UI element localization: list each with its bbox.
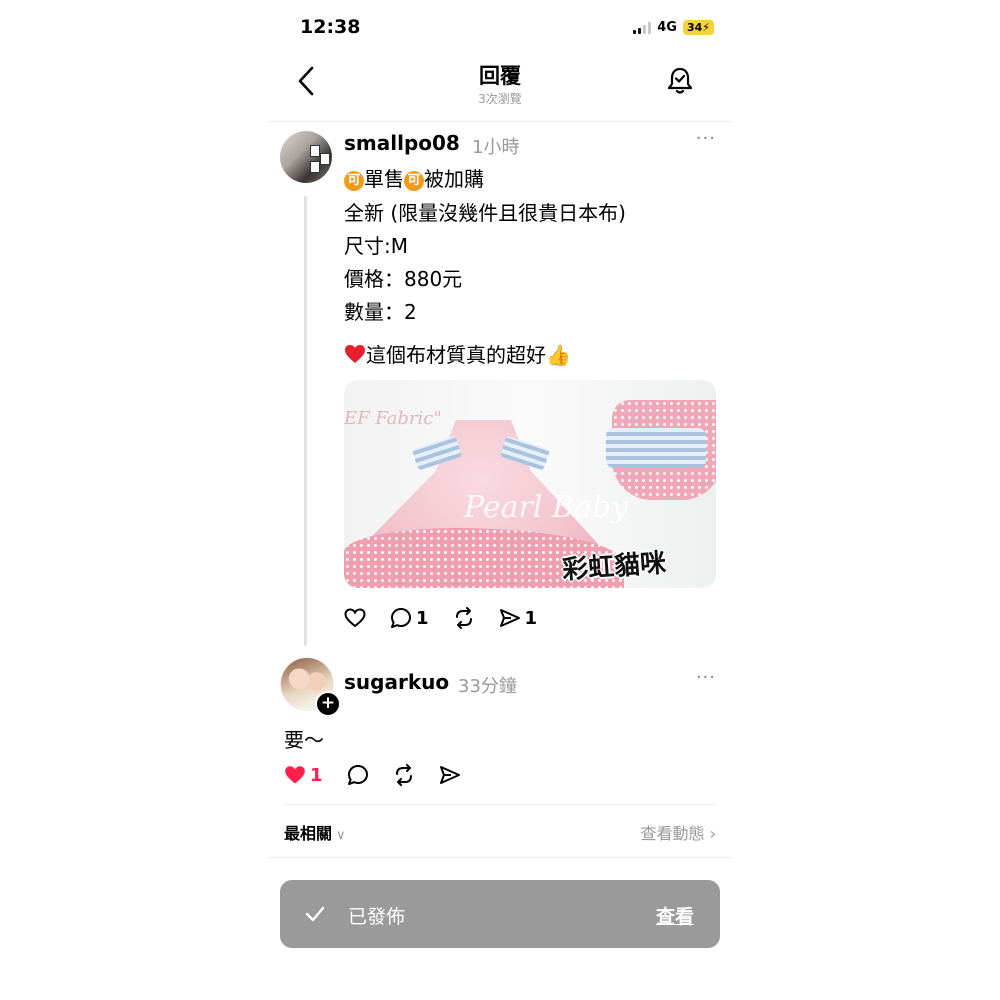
battery-level: 34 — [686, 21, 703, 34]
thread-line — [304, 196, 307, 646]
post-username[interactable]: smallpo08 — [344, 131, 460, 155]
share-count: 1 — [524, 607, 538, 629]
check-icon — [305, 906, 325, 922]
like-button[interactable]: 1 — [284, 765, 323, 786]
send-icon — [499, 609, 520, 627]
share-button[interactable]: 1 — [499, 607, 538, 629]
badge-icon: 可 — [404, 171, 424, 191]
notification-bell-icon[interactable] — [666, 66, 694, 96]
reply-time: 33分鐘 — [458, 676, 517, 697]
reply-actions: 1 — [284, 764, 485, 786]
sort-label: 最相關 — [284, 824, 333, 843]
chevron-right-icon: › — [709, 824, 716, 843]
view-count: 3次瀏覽 — [478, 92, 522, 106]
reply-more-icon[interactable]: ··· — [696, 667, 716, 688]
toast: 已發佈 查看 — [280, 880, 720, 948]
post-line-6: 這個布材質真的超好👍 — [344, 342, 571, 370]
reply-text: 要～ — [284, 728, 324, 752]
repost-icon — [395, 764, 412, 786]
divider — [284, 804, 716, 805]
view-activity-label: 查看動態 — [640, 824, 705, 843]
battery-icon: 34⚡ — [682, 20, 714, 35]
avatar[interactable] — [280, 131, 332, 183]
phone-screen: 12:38 4G 34⚡ 回覆 3次瀏覽 smallpo08 1小時 ··· 可… — [268, 0, 732, 1000]
follow-plus-icon[interactable]: + — [315, 691, 341, 717]
header-divider — [268, 121, 732, 122]
post-line-1: 可單售可被加購 — [344, 166, 484, 192]
network-label: 4G — [657, 20, 677, 35]
post-text: 被加購 — [424, 167, 484, 191]
signal-icon — [633, 21, 652, 34]
post-line-5: 數量：2 — [344, 300, 417, 324]
like-button[interactable] — [344, 608, 366, 628]
send-icon — [439, 766, 460, 784]
post-more-icon[interactable]: ··· — [696, 128, 716, 149]
toast-view-link[interactable]: 查看 — [656, 902, 694, 929]
thumbs-up-icon: 👍 — [546, 343, 571, 367]
comment-button[interactable] — [347, 764, 369, 786]
heart-filled-icon — [285, 766, 305, 784]
status-indicators: 4G 34⚡ — [633, 20, 714, 35]
repost-button[interactable] — [453, 607, 475, 629]
badge-icon: 可 — [344, 171, 364, 191]
status-time: 12:38 — [300, 16, 361, 38]
post-text: 單售 — [364, 167, 404, 191]
post-actions: 1 1 — [344, 607, 561, 629]
repost-button[interactable] — [393, 764, 415, 786]
reply-username[interactable]: sugarkuo — [344, 670, 449, 694]
toast-message: 已發佈 — [348, 906, 406, 928]
shorts-frill-illustration — [606, 428, 706, 468]
repost-icon — [455, 607, 472, 629]
fabric-text: EF Fabric" — [344, 408, 442, 429]
page-title: 回覆 — [479, 64, 521, 88]
comment-icon — [391, 608, 411, 628]
chevron-down-icon: ∨ — [336, 828, 346, 843]
comment-count: 1 — [416, 607, 429, 629]
view-activity-link[interactable]: 查看動態 › — [640, 820, 716, 844]
comment-icon — [347, 765, 368, 785]
post-text: 這個布材質真的超好 — [366, 343, 546, 367]
image-stamp: 彩虹貓咪 — [561, 548, 668, 586]
comment-button[interactable]: 1 — [390, 607, 429, 629]
post-image[interactable]: EF Fabric" Pearl Baby 彩虹貓咪 — [344, 380, 716, 588]
like-count: 1 — [310, 764, 323, 786]
heart-emoji-icon — [344, 344, 366, 370]
divider — [268, 857, 732, 858]
post-time: 1小時 — [472, 137, 520, 158]
post-line-4: 價格：880元 — [344, 267, 463, 291]
share-button[interactable] — [439, 764, 461, 786]
heart-icon — [344, 608, 366, 628]
post-line-3: 尺寸:M — [344, 234, 408, 258]
post-line-2: 全新 (限量沒幾件且很貴日本布) — [344, 201, 626, 225]
sort-dropdown[interactable]: 最相關 ∨ — [284, 820, 346, 844]
brand-watermark: Pearl Baby — [464, 490, 629, 525]
